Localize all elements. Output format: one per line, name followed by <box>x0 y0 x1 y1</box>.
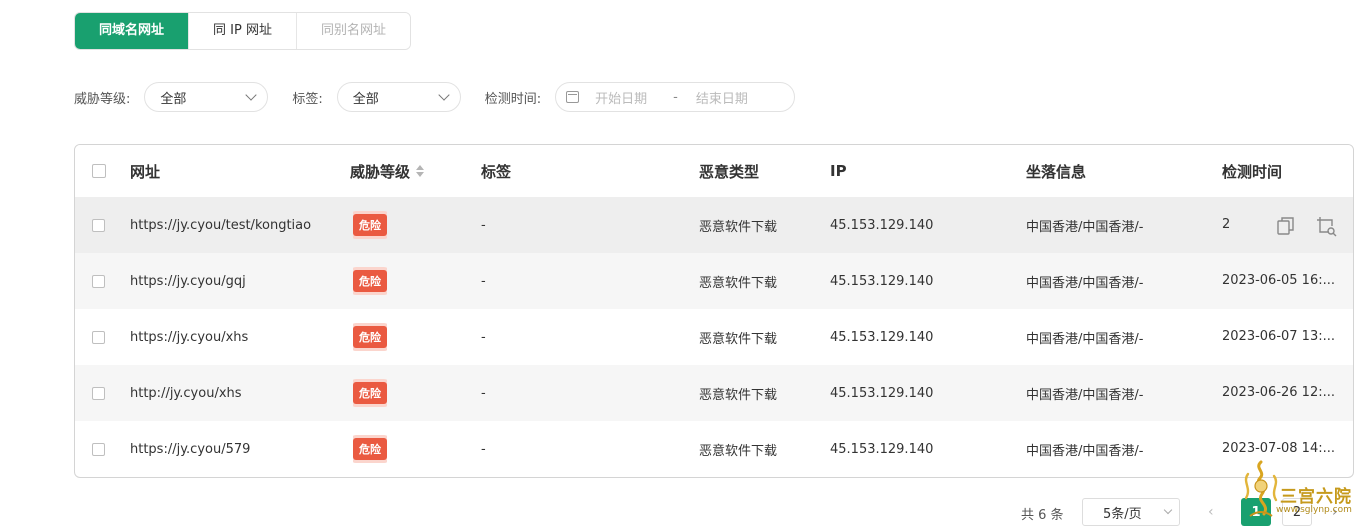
row-ip: 45.153.129.140 <box>830 217 934 233</box>
tab-same-ip[interactable]: 同 IP 网址 <box>189 13 297 49</box>
row-location: 中国香港/中国香港/- <box>1026 275 1144 291</box>
row-malicious-type: 恶意软件下载 <box>699 387 778 403</box>
date-range-picker[interactable]: 开始日期 - 结束日期 <box>555 82 796 112</box>
col-ip: IP <box>830 162 847 180</box>
row-checkbox[interactable] <box>92 274 105 288</box>
row-checkbox[interactable] <box>92 218 105 232</box>
table-row[interactable]: https://jy.cyou/test/kongtiao 危险 - 恶意软件下… <box>75 197 1353 253</box>
row-checkbox[interactable] <box>92 386 105 400</box>
threat-badge: 危险 <box>353 382 387 404</box>
page-size-value: 5条/页 <box>1103 506 1142 522</box>
row-location: 中国香港/中国香港/- <box>1026 443 1144 459</box>
tab-same-alias[interactable]: 同别名网址 <box>296 13 410 49</box>
threat-level-value: 全部 <box>160 91 187 107</box>
row-detect-time: 2023-06-26 12:... <box>1222 385 1336 400</box>
chevron-down-icon <box>245 89 258 101</box>
row-ip: 45.153.129.140 <box>830 441 934 457</box>
row-ip: 45.153.129.140 <box>830 385 934 401</box>
watermark-url: www.sglynp.com <box>1276 505 1352 515</box>
col-detect-time: 检测时间 <box>1222 162 1283 181</box>
date-separator: - <box>673 89 678 105</box>
row-location: 中国香港/中国香港/- <box>1026 331 1144 347</box>
copy-icon[interactable] <box>1275 215 1297 237</box>
row-url[interactable]: http://jy.cyou/xhs <box>130 365 242 421</box>
calendar-icon <box>566 91 580 103</box>
end-date-input[interactable]: 结束日期 <box>696 88 768 107</box>
start-date-input[interactable]: 开始日期 <box>595 88 667 107</box>
chevron-down-icon <box>1163 505 1173 515</box>
threat-level-select[interactable]: 全部 <box>144 82 269 112</box>
total-count: 共 6 条 <box>1021 508 1064 523</box>
col-threat-level[interactable]: 威胁等级 <box>350 145 425 197</box>
threat-badge: 危险 <box>353 270 387 292</box>
col-threat-level-label: 威胁等级 <box>350 162 411 181</box>
threat-badge: 危险 <box>353 326 387 348</box>
detect-time-label: 检测时间: <box>484 91 542 107</box>
page-size-select[interactable]: 5条/页 <box>1082 498 1180 526</box>
threat-badge: 危险 <box>353 438 387 460</box>
row-ip: 45.153.129.140 <box>830 273 934 289</box>
row-location: 中国香港/中国香港/- <box>1026 219 1144 235</box>
row-detect-time: 2023-06-05 16:... <box>1222 273 1336 288</box>
table-row[interactable]: https://jy.cyou/gqj 危险 - 恶意软件下载 45.153.1… <box>75 253 1353 309</box>
row-detect-time: 2023-06-07 13:... <box>1222 329 1336 344</box>
row-malicious-type: 恶意软件下载 <box>699 331 778 347</box>
threat-badge: 危险 <box>353 214 387 236</box>
row-url[interactable]: https://jy.cyou/xhs <box>130 309 248 365</box>
threat-level-label: 威胁等级: <box>74 91 131 107</box>
row-detect-time: 2 <box>1222 217 1230 232</box>
row-url[interactable]: https://jy.cyou/579 <box>130 421 250 477</box>
col-location: 坐落信息 <box>1026 162 1087 181</box>
prev-page-button[interactable]: ‹ <box>1208 504 1220 520</box>
table-row[interactable]: http://jy.cyou/xhs 危险 - 恶意软件下载 45.153.12… <box>75 365 1353 421</box>
row-url[interactable]: https://jy.cyou/test/kongtiao <box>130 197 311 253</box>
col-url: 网址 <box>130 162 161 181</box>
tag-label: 标签: <box>292 91 323 107</box>
results-table: 网址 威胁等级 标签 恶意类型 IP 坐落信息 检测时间 https://jy.… <box>74 144 1354 478</box>
col-tag: 标签 <box>481 162 512 181</box>
row-location: 中国香港/中国香港/- <box>1026 387 1144 403</box>
row-url[interactable]: https://jy.cyou/gqj <box>130 253 246 309</box>
tag-value: 全部 <box>352 91 379 107</box>
filter-bar: 威胁等级: 全部 标签: 全部 检测时间: 开始日期 - 结束日期 <box>74 82 796 112</box>
row-checkbox[interactable] <box>92 442 105 456</box>
table-header: 网址 威胁等级 标签 恶意类型 IP 坐落信息 检测时间 <box>75 145 1353 197</box>
tab-same-domain[interactable]: 同域名网址 <box>75 13 190 49</box>
row-checkbox[interactable] <box>92 330 105 344</box>
row-malicious-type: 恶意软件下载 <box>699 219 778 235</box>
table-row[interactable]: https://jy.cyou/xhs 危险 - 恶意软件下载 45.153.1… <box>75 309 1353 365</box>
row-malicious-type: 恶意软件下载 <box>699 275 778 291</box>
pagination: 共 6 条 5条/页 ‹ 1 2 › <box>0 498 1364 526</box>
table-row[interactable]: https://jy.cyou/579 危险 - 恶意软件下载 45.153.1… <box>75 421 1353 477</box>
sort-icon[interactable] <box>416 165 425 177</box>
screenshot-search-icon[interactable] <box>1315 215 1337 237</box>
watermark: 三宫六院 www.sglynp.com <box>1236 458 1364 526</box>
select-all-cell <box>92 145 106 197</box>
chevron-down-icon <box>438 89 450 101</box>
col-malicious-type: 恶意类型 <box>699 162 760 181</box>
row-tag: - <box>481 329 486 345</box>
row-tag: - <box>481 273 486 289</box>
row-malicious-type: 恶意软件下载 <box>699 443 778 459</box>
row-ip: 45.153.129.140 <box>830 329 934 345</box>
row-tag: - <box>481 385 486 401</box>
tag-select[interactable]: 全部 <box>336 82 461 112</box>
row-tag: - <box>481 441 486 457</box>
watermark-text: 三宫六院 <box>1280 487 1352 507</box>
tab-bar: 同域名网址 同 IP 网址 同别名网址 <box>74 12 411 50</box>
select-all-checkbox[interactable] <box>92 164 106 178</box>
row-tag: - <box>481 217 486 233</box>
